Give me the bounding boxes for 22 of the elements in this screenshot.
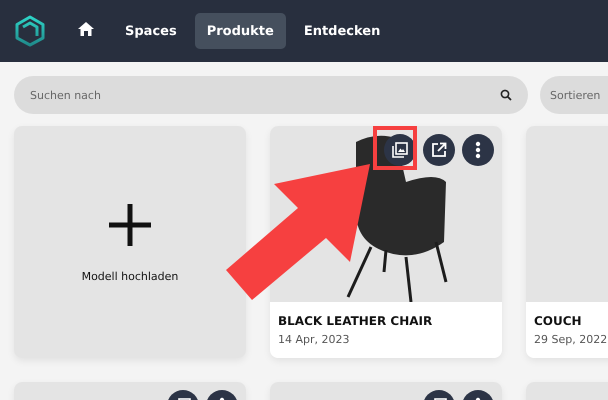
search-field[interactable]: Suchen nach <box>14 76 528 114</box>
product-card[interactable]: COUCH 29 Sep, 2022 <box>526 126 608 358</box>
product-title: BLACK LEATHER CHAIR <box>278 314 434 328</box>
logo-icon <box>15 15 45 47</box>
gallery-icon <box>392 142 408 158</box>
sort-field[interactable]: Sortieren <box>540 76 608 114</box>
nav-tab[interactable]: Spaces <box>113 13 189 49</box>
plus-icon <box>107 202 153 248</box>
more-button[interactable] <box>462 134 494 166</box>
upload-label: Modell hochladen <box>82 270 178 282</box>
nav-tab[interactable]: Produkte <box>194 13 286 49</box>
open-external-button[interactable] <box>423 134 455 166</box>
product-title: COUCH <box>534 314 583 328</box>
more-icon <box>475 141 481 159</box>
search-icon <box>500 89 512 101</box>
highlight-frame <box>373 126 417 170</box>
upload-card[interactable]: Modell hochladen <box>14 126 246 358</box>
product-date: 29 Sep, 2022 <box>534 333 608 346</box>
nav-tab[interactable]: Entdecken <box>292 13 392 49</box>
home-icon <box>77 21 95 37</box>
product-date: 14 Apr, 2023 <box>278 333 351 346</box>
external-link-icon <box>431 142 447 158</box>
